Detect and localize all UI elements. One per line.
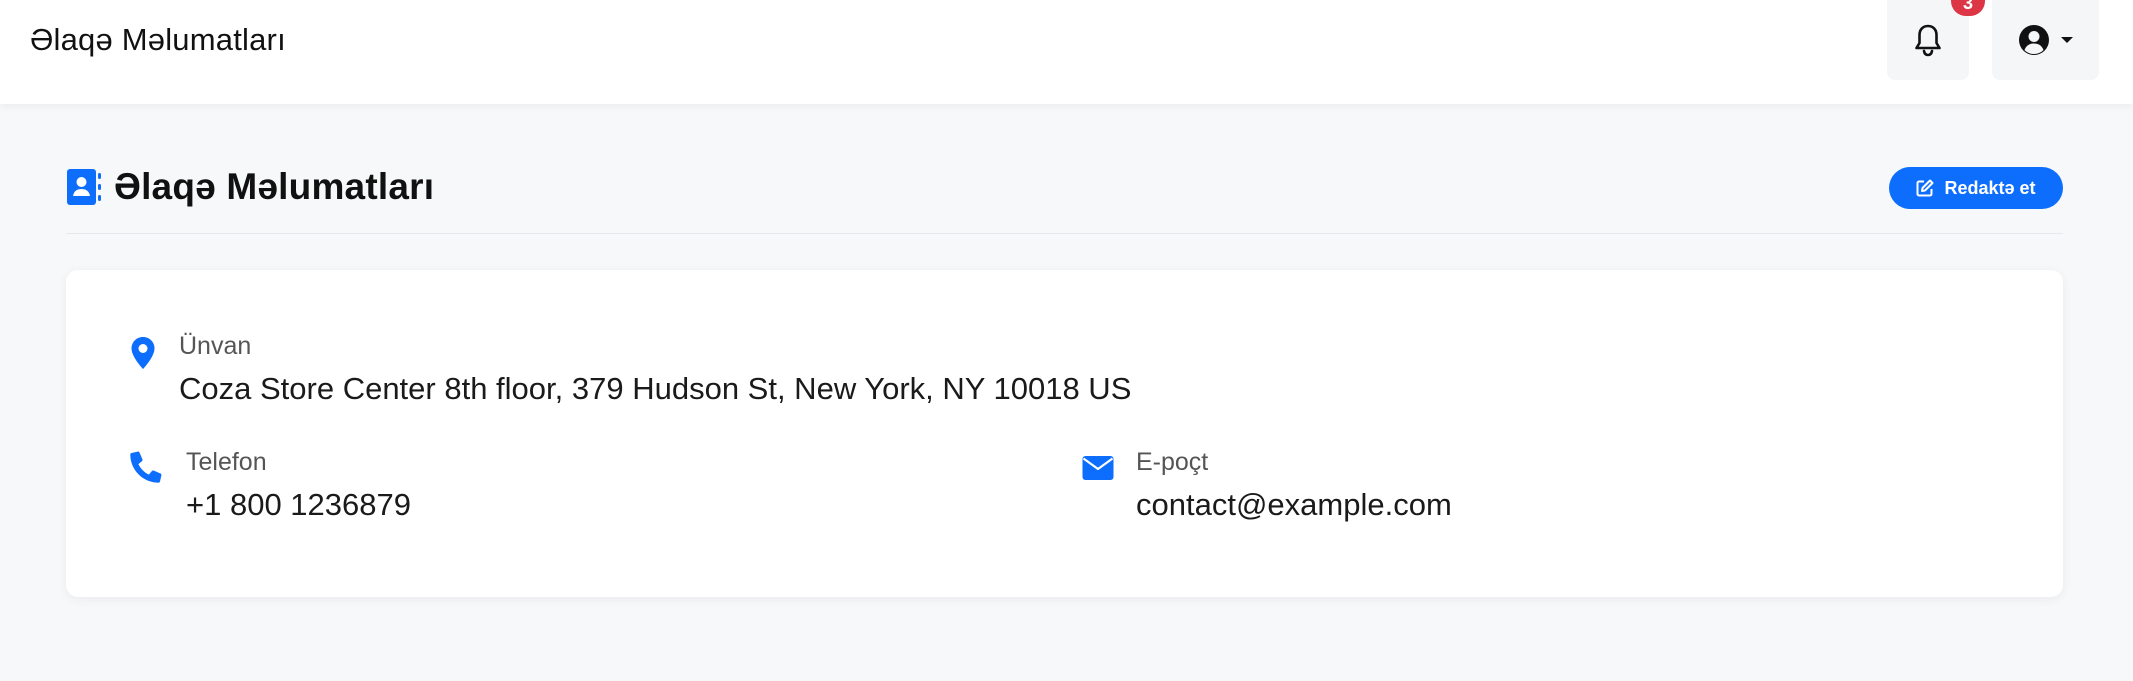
navbar-title: Əlaqə Məlumatları	[30, 22, 286, 57]
map-marker-icon	[131, 337, 155, 369]
envelope-icon	[1082, 456, 1114, 480]
phone-item: Telefon +1 800 1236879	[186, 448, 411, 523]
address-item: Ünvan Coza Store Center 8th floor, 379 H…	[179, 332, 1131, 407]
user-circle-icon	[2018, 25, 2049, 55]
page-title-group: Əlaqə Məlumatları	[66, 166, 434, 208]
top-navbar: Əlaqə Məlumatları 3	[0, 0, 2133, 104]
address-value: Coza Store Center 8th floor, 379 Hudson …	[179, 371, 1132, 406]
edit-button[interactable]: Redaktə et	[1889, 167, 2063, 209]
contact-info-card: Ünvan Coza Store Center 8th floor, 379 H…	[66, 270, 2063, 597]
edit-button-label: Redaktə et	[1944, 177, 2036, 198]
email-item: E-poçt contact@example.com	[1136, 448, 1452, 523]
page-title: Əlaqə Məlumatları	[114, 166, 435, 207]
phone-value[interactable]: +1 800 1236879	[186, 487, 411, 523]
bell-icon	[1915, 24, 1941, 57]
caret-down-icon	[2060, 37, 2073, 43]
phone-label: Telefon	[186, 448, 267, 476]
address-label: Ünvan	[179, 332, 252, 360]
address-book-icon	[67, 169, 101, 205]
user-menu-button[interactable]	[1992, 0, 2099, 80]
page-header: Əlaqə Məlumatları Redaktə et	[66, 160, 2063, 234]
email-value[interactable]: contact@example.com	[1136, 487, 1452, 523]
phone-icon	[130, 451, 162, 483]
email-label: E-poçt	[1136, 448, 1209, 476]
edit-icon	[1916, 179, 1934, 197]
